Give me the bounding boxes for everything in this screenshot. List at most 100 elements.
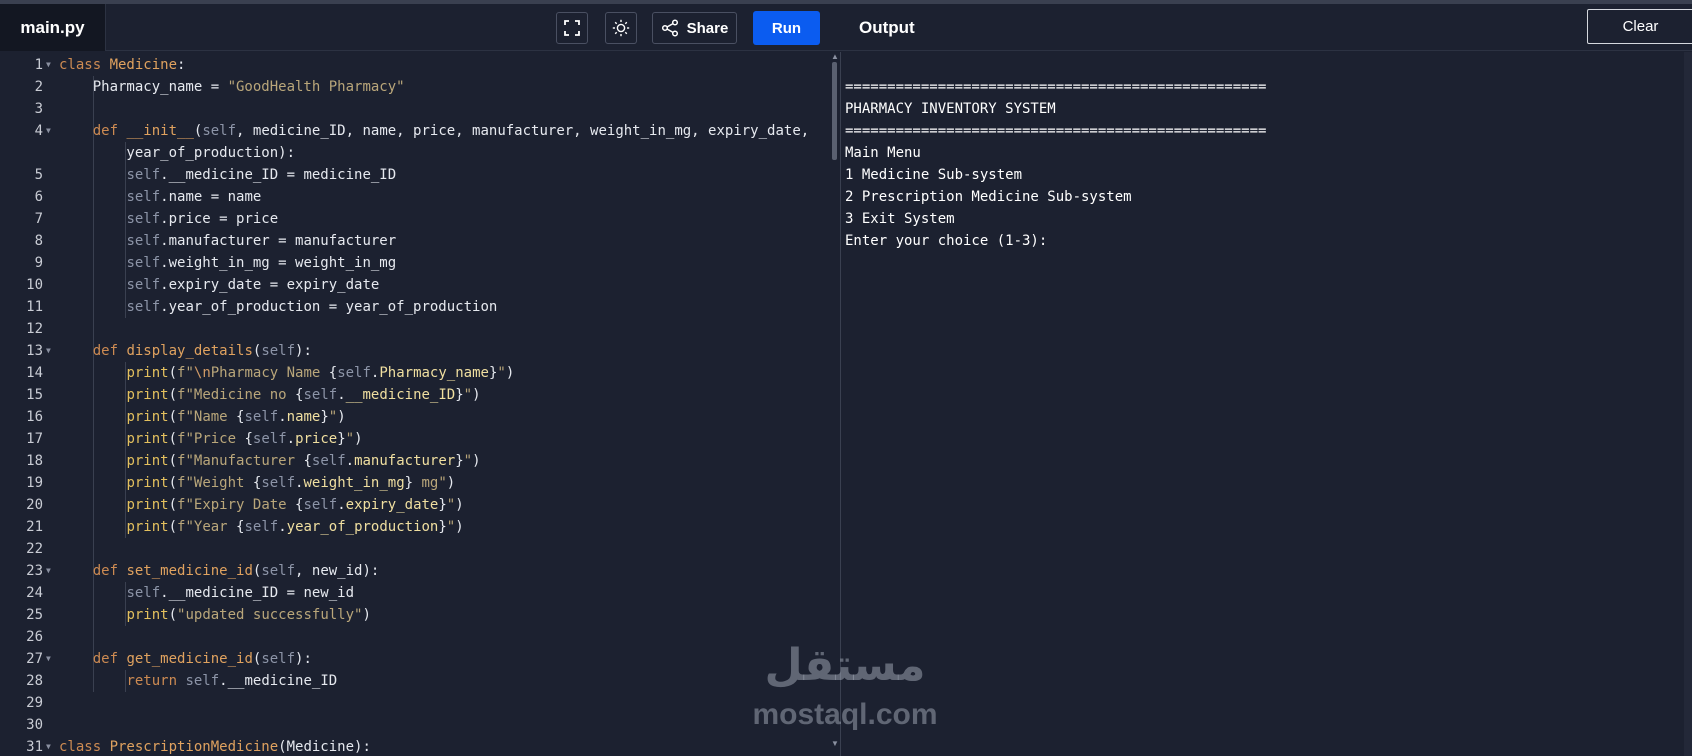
code-line[interactable]: 22 [0, 538, 840, 560]
code-line[interactable]: 21 print(f"Year {self.year_of_production… [0, 516, 840, 538]
code-line[interactable]: 10 self.expiry_date = expiry_date [0, 274, 840, 296]
file-tab-main-py[interactable]: main.py [0, 4, 106, 51]
line-number: 10 [26, 277, 43, 293]
line-number: 4 [34, 123, 43, 139]
line-number: 1 [34, 57, 43, 73]
output-line: 2 Prescription Medicine Sub-system [845, 189, 1132, 205]
editor-scrollbar-thumb[interactable] [832, 62, 837, 160]
fold-arrow-icon[interactable]: ▼ [46, 54, 56, 76]
fold-arrow-icon[interactable]: ▼ [46, 736, 56, 756]
code-token: } [320, 409, 329, 425]
sun-icon [612, 19, 630, 37]
code-token: " [446, 497, 456, 513]
code-token: f"Price [177, 431, 245, 447]
code-text: print(f"Manufacturer {self.manufacturer}… [59, 450, 480, 472]
line-number: 23 [26, 563, 43, 579]
code-line[interactable]: 5 self.__medicine_ID = medicine_ID [0, 164, 840, 186]
line-number: 22 [26, 541, 43, 557]
code-line[interactable]: year_of_production): [0, 142, 840, 164]
code-token: .year_of_production = year_of_production [160, 299, 498, 315]
code-line[interactable]: 23 ▼ def set_medicine_id(self, new_id): [0, 560, 840, 582]
fullscreen-button[interactable] [556, 12, 588, 44]
output-line: 1 Medicine Sub-system [845, 167, 1023, 183]
code-editor[interactable]: 1 ▼ class Medicine: 2 Pharmacy_name = "Good… [0, 52, 840, 756]
code-token: " [463, 387, 473, 403]
code-line[interactable]: 29 [0, 692, 840, 714]
code-line[interactable]: 15 print(f"Medicine no {self.__medicine_… [0, 384, 840, 406]
code-token: PrescriptionMedicine [109, 739, 279, 755]
code-line[interactable]: 24 self.__medicine_ID = new_id [0, 582, 840, 604]
code-token: \n [193, 365, 211, 381]
code-token: } [455, 387, 464, 403]
output-line: Main Menu [845, 145, 921, 161]
code-text: year_of_production): [59, 142, 295, 164]
code-text: class PrescriptionMedicine(Medicine): [59, 736, 371, 756]
line-number: 9 [34, 255, 43, 271]
code-line[interactable]: 31 ▼ class PrescriptionMedicine(Medicine): [0, 736, 840, 756]
code-line[interactable]: 25 print("updated successfully") [0, 604, 840, 626]
code-token: ): [295, 343, 312, 359]
code-line[interactable]: 7 self.price = price [0, 208, 840, 230]
code-token: ) [446, 475, 456, 491]
scroll-down-arrow-icon[interactable]: ▼ [831, 739, 839, 748]
share-icon [661, 19, 678, 37]
code-text: print(f"Price {self.price}") [59, 428, 362, 450]
code-line[interactable]: 26 [0, 626, 840, 648]
code-token: ) [505, 365, 515, 381]
code-line[interactable]: 8 self.manufacturer = manufacturer [0, 230, 840, 252]
fullscreen-icon [564, 20, 580, 36]
code-text: self.manufacturer = manufacturer [59, 230, 396, 252]
code-line[interactable]: 6 self.name = name [0, 186, 840, 208]
code-line[interactable]: 19 print(f"Weight {self.weight_in_mg} mg… [0, 472, 840, 494]
output-line: ========================================… [845, 79, 1267, 95]
code-text: print(f"Expiry Date {self.expiry_date}") [59, 494, 463, 516]
fold-arrow-icon[interactable]: ▼ [46, 340, 56, 362]
line-number: 15 [26, 387, 43, 403]
code-line[interactable]: 18 print(f"Manufacturer {self.manufactur… [0, 450, 840, 472]
line-number: 29 [26, 695, 43, 711]
fold-arrow-icon[interactable]: ▼ [46, 560, 56, 582]
line-number: 19 [26, 475, 43, 491]
code-text: class Medicine: [59, 54, 185, 76]
code-line[interactable]: 12 [0, 318, 840, 340]
code-line[interactable]: 30 [0, 714, 840, 736]
code-token: return [126, 673, 186, 689]
fold-arrow-icon[interactable]: ▼ [46, 120, 56, 142]
theme-toggle-button[interactable] [605, 12, 637, 44]
code-line[interactable]: 28 return self.__medicine_ID [0, 670, 840, 692]
line-number: 6 [34, 189, 43, 205]
code-text: print("updated successfully") [59, 604, 370, 626]
code-token: . [345, 453, 355, 469]
run-button[interactable]: Run [753, 11, 820, 45]
code-line[interactable]: 1 ▼ class Medicine: [0, 54, 840, 76]
clear-button[interactable]: Clear [1587, 9, 1692, 44]
output-scrollbar[interactable] [1684, 52, 1692, 756]
share-button[interactable]: Share [652, 12, 737, 44]
code-token: def [92, 563, 127, 579]
code-line[interactable]: 13 ▼ def display_details(self): [0, 340, 840, 362]
code-token: def [92, 651, 127, 667]
scroll-up-arrow-icon[interactable]: ▲ [831, 52, 839, 61]
code-line[interactable]: 17 print(f"Price {self.price}") [0, 428, 840, 450]
code-line[interactable]: 27 ▼ def get_medicine_id(self): [0, 648, 840, 670]
line-number: 16 [26, 409, 43, 425]
code-line[interactable]: 3 [0, 98, 840, 120]
code-line[interactable]: 4 ▼ def __init__(self, medicine_ID, name,… [0, 120, 840, 142]
code-line[interactable]: 14 print(f"\nPharmacy Name {self.Pharmac… [0, 362, 840, 384]
code-line[interactable]: 20 print(f"Expiry Date {self.expiry_date… [0, 494, 840, 516]
fold-arrow-icon[interactable]: ▼ [46, 648, 56, 670]
code-line[interactable]: 16 print(f"Name {self.name}") [0, 406, 840, 428]
code-line[interactable]: 11 self.year_of_production = year_of_pro… [0, 296, 840, 318]
code-token: self [126, 189, 161, 205]
code-line[interactable]: 9 self.weight_in_mg = weight_in_mg [0, 252, 840, 274]
code-token: f"Weight [177, 475, 253, 491]
code-line[interactable]: 2 Pharmacy_name = "GoodHealth Pharmacy" [0, 76, 840, 98]
